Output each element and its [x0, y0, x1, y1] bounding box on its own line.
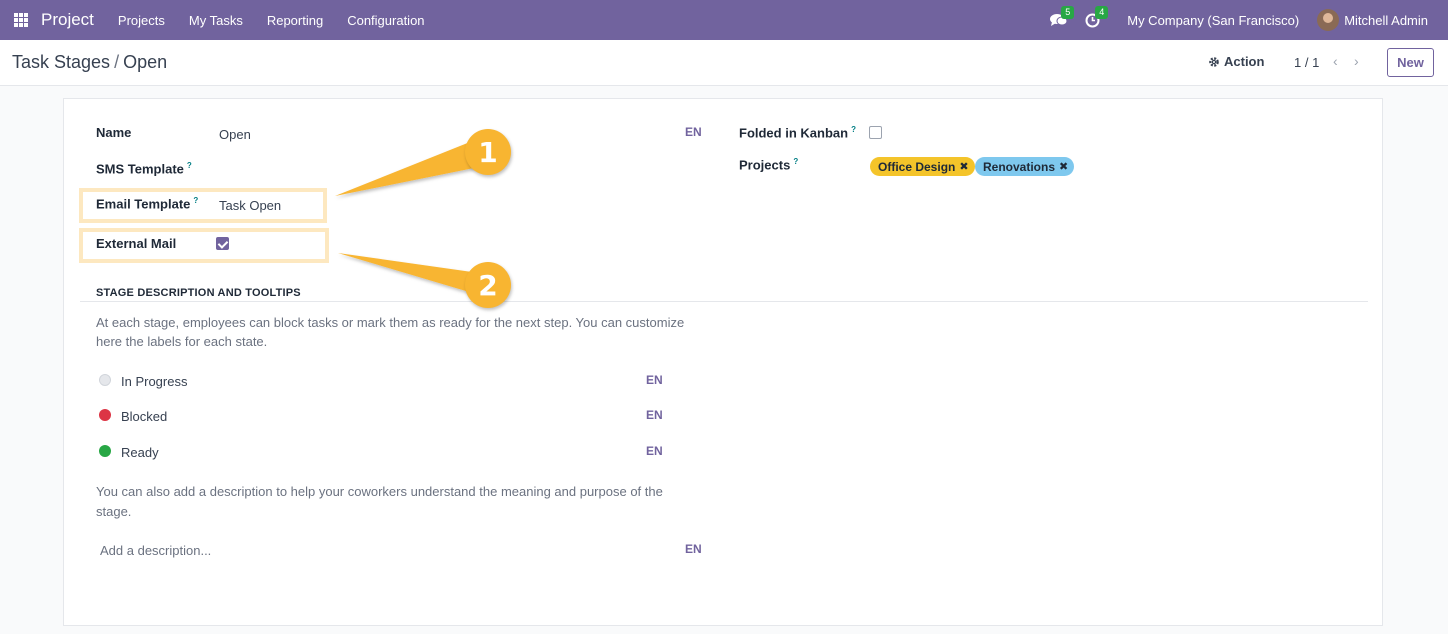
gear-icon [1209, 56, 1219, 67]
email-template-field[interactable]: Task Open [219, 198, 281, 213]
avatar [1317, 9, 1340, 31]
description-hint-line-1: You can also add a description to help y… [96, 484, 663, 499]
action-label: Action [1224, 54, 1265, 69]
ready-label-field[interactable]: Ready [121, 445, 159, 460]
control-panel: Task Stages / Open Action 1 / 1 ‹ › New [0, 40, 1448, 86]
stage-intro-line-1: At each stage, employees can block tasks… [96, 315, 685, 330]
company-switcher[interactable]: My Company (San Francisco) [1127, 13, 1299, 28]
activities-button[interactable]: 4 [1081, 0, 1109, 40]
messages-button[interactable]: 5 [1047, 0, 1075, 40]
email-template-label-text: Email Template [96, 196, 191, 212]
project-tag-label: Renovations [983, 159, 1056, 174]
external-mail-label: External Mail [96, 236, 177, 251]
sms-template-help-icon[interactable]: ? [187, 161, 192, 170]
action-button[interactable]: Action [1208, 54, 1264, 69]
in-progress-label-field[interactable]: In Progress [121, 374, 187, 389]
breadcrumb-task-stages[interactable]: Task Stages [12, 52, 110, 72]
description-lang-button[interactable]: EN [685, 542, 702, 556]
messages-badge: 5 [1061, 6, 1075, 19]
user-menu[interactable]: Mitchell Admin [1317, 9, 1428, 31]
menu-my-tasks[interactable]: My Tasks [177, 13, 255, 28]
blocked-label-field[interactable]: Blocked [121, 409, 167, 424]
name-field[interactable]: Open [219, 127, 251, 142]
blocked-state-icon [99, 409, 111, 421]
project-tag-renovations: Renovations ✖ [975, 157, 1075, 176]
external-mail-checkbox[interactable] [216, 237, 229, 250]
folded-in-kanban-label: Folded in Kanban? [739, 125, 856, 140]
pager-value[interactable]: 1 / 1 [1294, 55, 1319, 70]
callout-marker-1: 1 [465, 129, 511, 175]
sms-template-label: SMS Template? [96, 161, 192, 176]
menu-projects[interactable]: Projects [106, 13, 177, 28]
pager-previous-icon[interactable]: ‹ [1333, 53, 1338, 69]
remove-tag-icon[interactable]: ✖ [1059, 160, 1068, 173]
user-name: Mitchell Admin [1344, 12, 1428, 28]
app-brand[interactable]: Project [41, 10, 94, 30]
email-template-label: Email Template? [96, 196, 198, 211]
apps-menu-icon[interactable] [14, 13, 28, 27]
name-label: Name [96, 125, 132, 140]
menu-reporting[interactable]: Reporting [255, 13, 335, 28]
projects-label-text: Projects [739, 157, 791, 173]
folded-in-kanban-checkbox[interactable] [869, 126, 882, 139]
ready-lang-button[interactable]: EN [646, 444, 663, 458]
new-button[interactable]: New [1387, 48, 1434, 77]
project-tag-office-design: Office Design ✖ [870, 157, 975, 176]
top-navbar: Project Projects My Tasks Reporting Conf… [0, 0, 1448, 40]
menu-configuration[interactable]: Configuration [335, 13, 436, 28]
in-progress-state-icon [99, 374, 111, 386]
breadcrumb: Task Stages / Open [12, 52, 167, 73]
description-field[interactable]: Add a description... [100, 543, 211, 558]
folded-help-icon[interactable]: ? [851, 125, 856, 134]
folded-in-kanban-label-text: Folded in Kanban [739, 125, 849, 141]
breadcrumb-current: Open [123, 52, 168, 72]
email-template-help-icon[interactable]: ? [193, 196, 198, 205]
name-lang-button[interactable]: EN [685, 125, 702, 139]
projects-label: Projects? [739, 157, 798, 172]
pager-next-icon[interactable]: › [1354, 53, 1359, 69]
section-title: STAGE DESCRIPTION AND TOOLTIPS [96, 287, 301, 299]
stage-intro-line-2: here the labels for each state. [96, 334, 268, 349]
breadcrumb-separator: / [114, 52, 120, 72]
callout-marker-2: 2 [465, 262, 511, 308]
projects-help-icon[interactable]: ? [793, 157, 798, 166]
sms-template-label-text: SMS Template [96, 161, 184, 177]
remove-tag-icon[interactable]: ✖ [959, 160, 968, 173]
form-sheet: Name Open EN SMS Template? Email Templat… [63, 98, 1383, 626]
activities-badge: 4 [1095, 6, 1109, 19]
project-tag-label: Office Design [878, 159, 956, 174]
in-progress-lang-button[interactable]: EN [646, 373, 663, 387]
description-hint-line-2: stage. [96, 504, 132, 519]
blocked-lang-button[interactable]: EN [646, 408, 663, 422]
ready-state-icon [99, 445, 111, 457]
section-divider [80, 301, 1368, 302]
